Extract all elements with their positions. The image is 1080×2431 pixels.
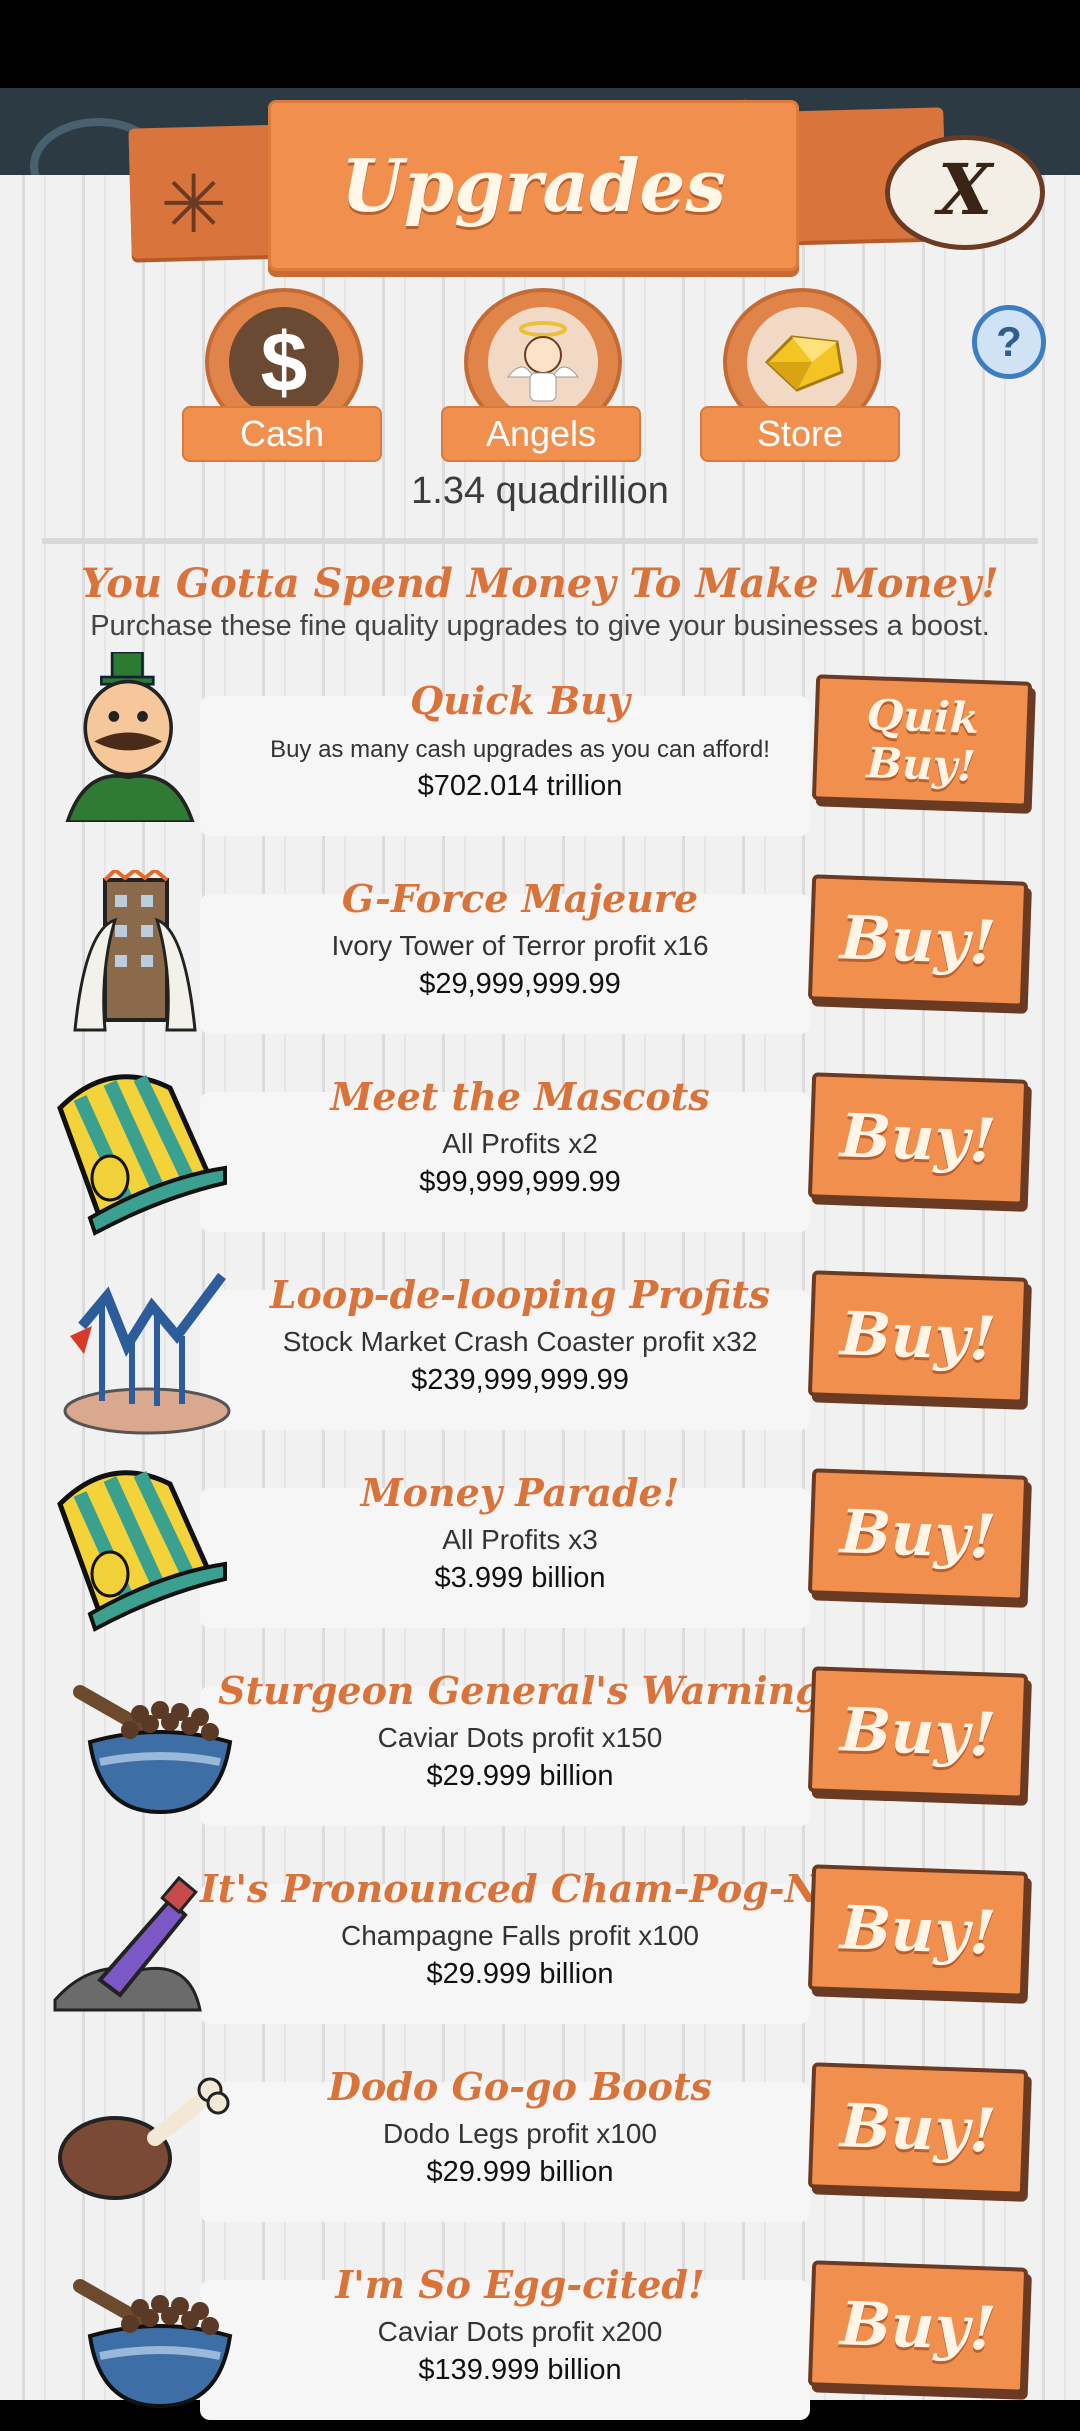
upgrade-title: It's Pronounced Cham-Pog-Na bbox=[200, 1866, 844, 1911]
upgrade-row: Loop-de-looping Profits Stock Market Cra… bbox=[0, 1266, 1080, 1441]
buy-button[interactable]: Buy! bbox=[807, 1666, 1029, 1800]
upgrade-description: All Profits x2 bbox=[442, 1128, 598, 1159]
tagline: You Gotta Spend Money To Make Money! bbox=[81, 560, 999, 607]
quick-buy-button[interactable]: Quik Buy! bbox=[811, 674, 1033, 808]
upgrade-title: Loop-de-looping Profits bbox=[269, 1272, 771, 1317]
upgrade-description: Buy as many cash upgrades as you can aff… bbox=[270, 736, 770, 763]
upgrade-description: Stock Market Crash Coaster profit x32 bbox=[282, 1326, 758, 1357]
upgrade-row: Sturgeon General's Warning Caviar Dots p… bbox=[0, 1662, 1080, 1837]
upgrade-row: Dodo Go-go Boots Dodo Legs profit x100 $… bbox=[0, 2058, 1080, 2233]
upgrade-description: All Profits x3 bbox=[442, 1524, 598, 1555]
tab-label: Cash bbox=[182, 406, 382, 462]
help-button[interactable]: ? bbox=[972, 305, 1046, 379]
upgrade-description: Ivory Tower of Terror profit x16 bbox=[331, 930, 709, 961]
tab-store[interactable]: Store bbox=[700, 288, 900, 462]
upgrade-price: $29,999,999.99 bbox=[419, 968, 621, 1000]
tab-label: Angels bbox=[441, 406, 641, 462]
upgrade-title: Money Parade! bbox=[360, 1470, 680, 1515]
upgrade-row: G-Force Majeure Ivory Tower of Terror pr… bbox=[0, 870, 1080, 1045]
tab-cash[interactable]: $ Cash bbox=[182, 288, 382, 462]
page-title: Upgrades bbox=[341, 143, 726, 228]
upgrade-description: Caviar Dots profit x200 bbox=[377, 2316, 663, 2347]
upgrade-price: $29.999 billion bbox=[426, 1958, 614, 1990]
buy-button[interactable]: Buy! bbox=[807, 1072, 1029, 1206]
upgrade-description: Dodo Legs profit x100 bbox=[383, 2118, 657, 2149]
gold-icon bbox=[747, 307, 857, 417]
buy-button[interactable]: Buy! bbox=[807, 874, 1029, 1008]
angel-icon bbox=[488, 307, 598, 417]
upgrade-description: Champagne Falls profit x100 bbox=[341, 1920, 699, 1951]
tab-label: Store bbox=[700, 406, 900, 462]
upgrade-title: Sturgeon General's Warning bbox=[218, 1668, 822, 1713]
close-icon: X bbox=[937, 148, 993, 231]
upgrade-title: I'm So Egg-cited! bbox=[335, 2262, 705, 2307]
buy-button[interactable]: Buy! bbox=[807, 1270, 1029, 1404]
upgrade-price: $139.999 billion bbox=[418, 2354, 622, 2386]
help-icon: ? bbox=[996, 318, 1022, 365]
upgrade-title: G-Force Majeure bbox=[341, 876, 699, 921]
mascot-icon bbox=[65, 652, 195, 822]
subline: Purchase these fine quality upgrades to … bbox=[90, 610, 990, 642]
starburst-icon: ✳ bbox=[160, 158, 228, 251]
dollar-icon: $ bbox=[229, 307, 339, 417]
upgrade-row: Quick Buy Buy as many cash upgrades as y… bbox=[0, 652, 1080, 847]
upgrade-row: I'm So Egg-cited! Caviar Dots profit x20… bbox=[0, 2256, 1080, 2431]
upgrade-row: Meet the Mascots All Profits x2 $99,999,… bbox=[0, 1068, 1080, 1243]
upgrade-row: It's Pronounced Cham-Pog-Na Champagne Fa… bbox=[0, 1860, 1080, 2035]
buy-button[interactable]: Buy! bbox=[807, 1864, 1029, 1998]
tab-angels[interactable]: Angels bbox=[441, 288, 641, 462]
divider bbox=[42, 538, 1038, 544]
upgrade-title: Meet the Mascots bbox=[330, 1074, 710, 1119]
cash-amount: 1.34 quadrillion bbox=[411, 470, 669, 512]
upgrade-price: $3.999 billion bbox=[434, 1562, 606, 1594]
upgrade-price: $702.014 trillion bbox=[417, 770, 623, 802]
tower-icon bbox=[73, 870, 197, 1032]
buy-button[interactable]: Buy! bbox=[807, 1468, 1029, 1602]
upgrade-price: $239,999,999.99 bbox=[411, 1364, 629, 1396]
upgrade-title: Dodo Go-go Boots bbox=[328, 2064, 712, 2109]
upgrade-row: Money Parade! All Profits x3 $3.999 bill… bbox=[0, 1464, 1080, 1639]
upgrade-price: $29.999 billion bbox=[426, 2156, 614, 2188]
header-banner: Upgrades bbox=[268, 100, 799, 271]
status-bar bbox=[0, 0, 1080, 88]
upgrade-title: Quick Buy bbox=[410, 678, 630, 723]
buy-button[interactable]: Buy! bbox=[807, 2260, 1029, 2394]
upgrade-description: Caviar Dots profit x150 bbox=[377, 1722, 663, 1753]
buy-button[interactable]: Buy! bbox=[807, 2062, 1029, 2196]
close-button[interactable]: X bbox=[885, 135, 1045, 250]
upgrade-price: $29.999 billion bbox=[426, 1760, 614, 1792]
upgrade-price: $99,999,999.99 bbox=[419, 1166, 621, 1198]
